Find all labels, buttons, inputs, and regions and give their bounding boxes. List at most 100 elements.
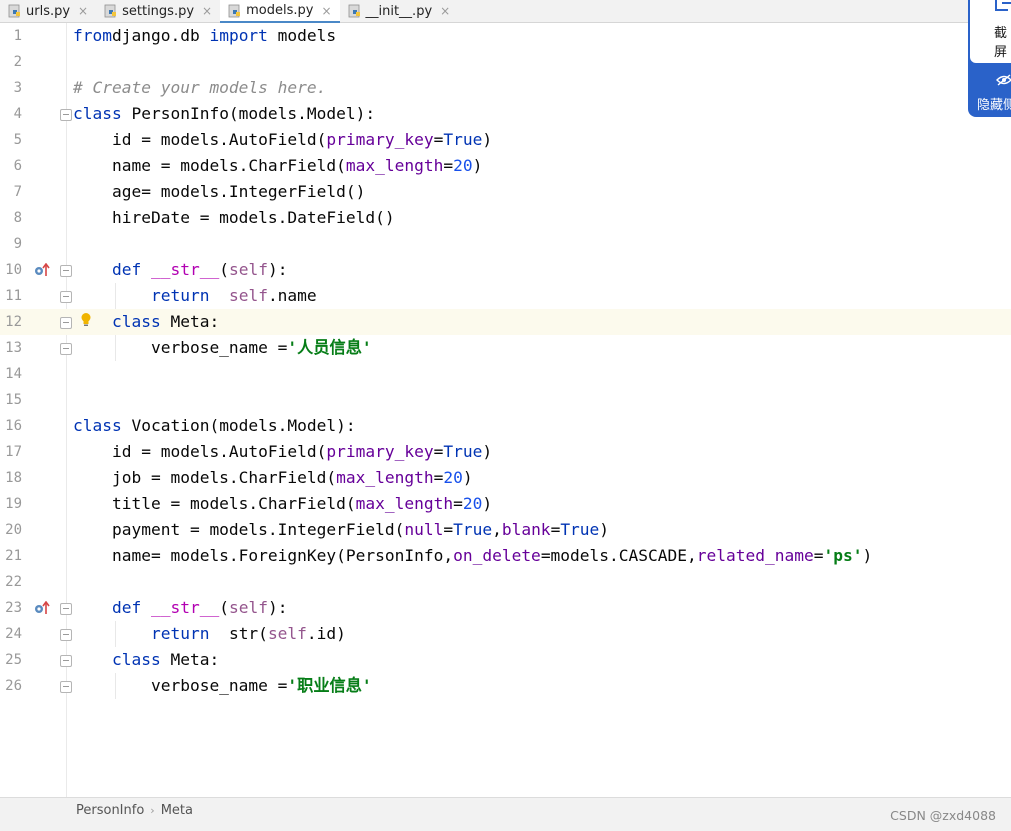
breadcrumb-separator: ›: [150, 804, 155, 817]
fold-end-icon[interactable]: [60, 681, 72, 693]
code-token: __str__: [150, 598, 220, 617]
code-token: verbose_name =: [73, 676, 288, 695]
line-number: 25: [5, 652, 22, 668]
fold-collapse-icon[interactable]: [60, 317, 72, 329]
code-line[interactable]: 5 id = models.AutoField(primary_key=True…: [0, 127, 1011, 153]
code-token: =models.CASCADE,: [540, 546, 697, 565]
code-token: return: [150, 624, 210, 643]
code-token: 20: [453, 156, 473, 175]
code-token: True: [443, 130, 483, 149]
code-text: verbose_name ='职业信息': [73, 673, 372, 699]
code-token: =: [550, 520, 561, 539]
line-number: 14: [5, 366, 22, 382]
line-number: 13: [5, 340, 22, 356]
code-token: id = models.AutoField(: [73, 442, 327, 461]
code-token: primary_key: [326, 442, 434, 461]
code-text: def __str__(self):: [73, 257, 287, 283]
code-token: Meta:: [160, 650, 220, 669]
code-line[interactable]: 8 hireDate = models.DateField(): [0, 205, 1011, 231]
code-token: self: [228, 286, 268, 305]
fold-end-icon[interactable]: [60, 629, 72, 641]
code-token: class: [111, 312, 161, 331]
code-line[interactable]: 17 id = models.AutoField(primary_key=Tru…: [0, 439, 1011, 465]
code-token: =: [433, 130, 444, 149]
code-token: null: [404, 520, 444, 539]
code-token: ):: [267, 260, 288, 279]
tab-models-py[interactable]: models.py ×: [220, 0, 340, 23]
code-line[interactable]: 13 verbose_name ='人员信息': [0, 335, 1011, 361]
code-token: ): [482, 494, 493, 513]
code-line[interactable]: 25 class Meta:: [0, 647, 1011, 673]
code-line[interactable]: 14: [0, 361, 1011, 387]
overrides-method-icon[interactable]: [34, 263, 50, 277]
close-tab-icon[interactable]: ×: [78, 4, 88, 18]
tab-settings-py[interactable]: settings.py ×: [96, 0, 220, 22]
code-line[interactable]: 15: [0, 387, 1011, 413]
close-tab-icon[interactable]: ×: [440, 4, 450, 18]
close-tab-icon[interactable]: ×: [202, 4, 212, 18]
code-line[interactable]: 9: [0, 231, 1011, 257]
code-line[interactable]: 6 name = models.CharField(max_length=20): [0, 153, 1011, 179]
indent-guide: [115, 673, 116, 699]
eye-hidden-icon[interactable]: [996, 74, 1011, 86]
code-line[interactable]: 7 age= models.IntegerField(): [0, 179, 1011, 205]
code-token: self: [267, 624, 307, 643]
code-line[interactable]: 10 def __str__(self):: [0, 257, 1011, 283]
code-token: ): [482, 442, 493, 461]
code-line[interactable]: 26 verbose_name ='职业信息': [0, 673, 1011, 699]
code-text: class Meta:: [73, 647, 219, 673]
fold-end-icon[interactable]: [60, 291, 72, 303]
code-editor[interactable]: 1 fromdjango.db import models 2 3 # Create y…: [0, 23, 1011, 797]
code-line[interactable]: 21 name= models.ForeignKey(PersonInfo,on…: [0, 543, 1011, 569]
code-line[interactable]: 3 # Create your models here.: [0, 75, 1011, 101]
code-line[interactable]: 12 class Meta:: [0, 309, 1011, 335]
fold-collapse-icon[interactable]: [60, 603, 72, 615]
hide-sidebar-label[interactable]: 隐藏侧栏: [977, 94, 1011, 113]
code-line[interactable]: 24 return str(self.id): [0, 621, 1011, 647]
line-number: 9: [13, 236, 22, 252]
fold-end-icon[interactable]: [60, 343, 72, 355]
breadcrumb-item-personinfo[interactable]: PersonInfo: [76, 803, 144, 818]
code-token: self: [228, 260, 268, 279]
screenshot-icon: [995, 0, 1011, 11]
code-line[interactable]: 2: [0, 49, 1011, 75]
line-number: 15: [5, 392, 22, 408]
code-token: 20: [462, 494, 483, 513]
fold-collapse-icon[interactable]: [60, 655, 72, 667]
code-token: '职业信息': [287, 676, 372, 695]
breadcrumb-item-meta[interactable]: Meta: [161, 803, 193, 818]
code-token: True: [443, 442, 483, 461]
code-line[interactable]: 11 return self.name: [0, 283, 1011, 309]
code-line[interactable]: 20 payment = models.IntegerField(null=Tr…: [0, 517, 1011, 543]
code-token: job = models.CharField(: [73, 468, 337, 487]
code-token: ,: [492, 520, 502, 539]
code-line[interactable]: 23 def __str__(self):: [0, 595, 1011, 621]
code-line[interactable]: 18 job = models.CharField(max_length=20): [0, 465, 1011, 491]
tab-label: urls.py: [26, 3, 71, 19]
code-line[interactable]: 22: [0, 569, 1011, 595]
code-line[interactable]: 16 class Vocation(models.Model):: [0, 413, 1011, 439]
screenshot-button[interactable]: 截屏: [970, 0, 1011, 63]
editor-tab-bar: urls.py × settings.py × models.py × __init__.p…: [0, 0, 1011, 23]
code-token: max_length: [355, 494, 454, 513]
code-line[interactable]: 1 fromdjango.db import models: [0, 23, 1011, 49]
indent-guide: [115, 621, 116, 647]
code-token: def: [111, 598, 142, 617]
code-token: .name: [267, 286, 317, 305]
code-line[interactable]: 19 title = models.CharField(max_length=2…: [0, 491, 1011, 517]
fold-collapse-icon[interactable]: [60, 109, 72, 121]
overrides-method-icon[interactable]: [34, 601, 50, 615]
code-text: class Meta:: [73, 309, 219, 335]
code-text: fromdjango.db import models: [73, 23, 336, 49]
code-token: ): [599, 520, 610, 539]
fold-collapse-icon[interactable]: [60, 265, 72, 277]
close-tab-icon[interactable]: ×: [321, 4, 331, 18]
tab-init-py[interactable]: __init__.py ×: [340, 0, 459, 22]
code-line[interactable]: 4 class PersonInfo(models.Model):: [0, 101, 1011, 127]
code-text: return str(self.id): [73, 621, 346, 647]
tab-urls-py[interactable]: urls.py ×: [0, 0, 96, 22]
